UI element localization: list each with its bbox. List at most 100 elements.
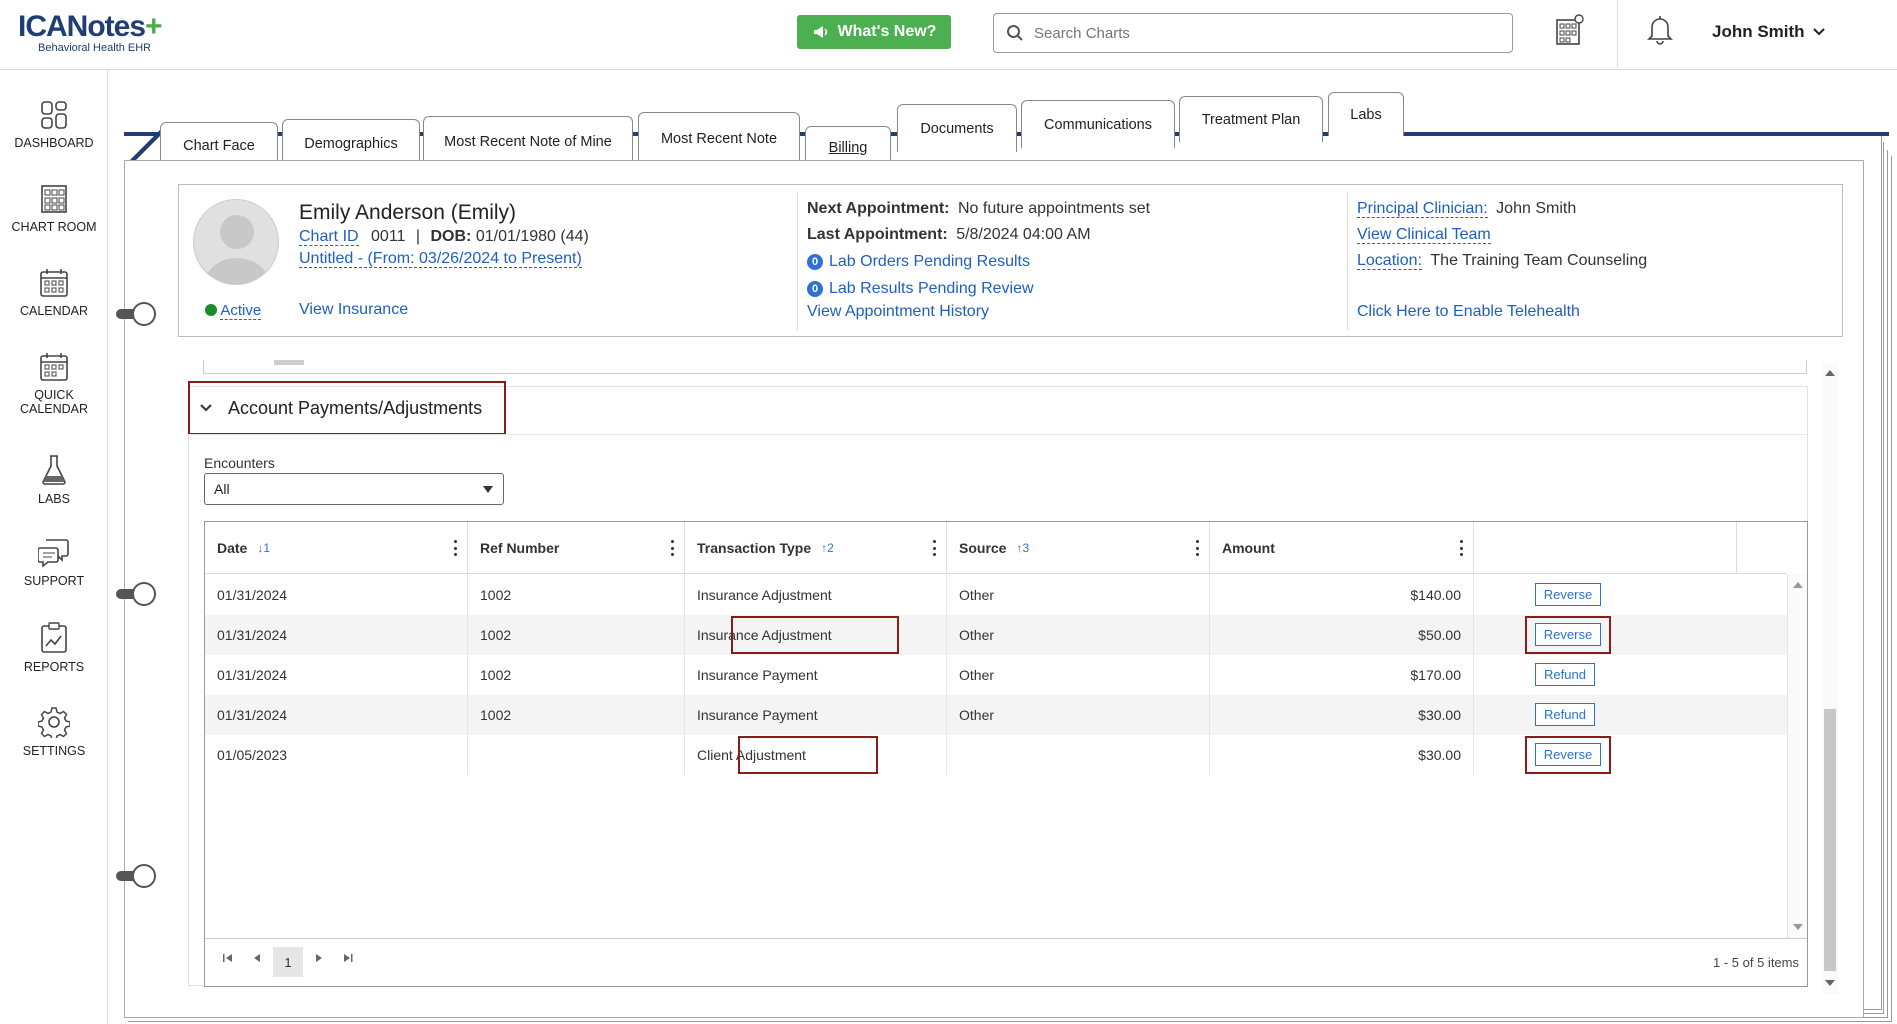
episode-link[interactable]: Untitled - (From: 03/26/2024 to Present) [299,250,582,268]
enable-telehealth-link[interactable]: Click Here to Enable Telehealth [1357,303,1580,321]
user-name: John Smith [1712,22,1805,41]
location-link[interactable]: Location: [1357,252,1422,270]
user-menu[interactable]: John Smith [1712,22,1825,42]
dob-value: 01/01/1980 (44) [475,228,589,245]
avatar [193,199,279,285]
sidebar-item-settings[interactable]: SETTINGS [0,706,108,758]
page-scrollbar[interactable] [1822,364,1838,994]
column-header-transaction-type[interactable]: Transaction Type ↑2 [685,522,947,574]
first-page-icon[interactable] [223,953,233,963]
column-header-ref-number[interactable]: Ref Number [468,522,685,574]
sidebar-label-settings: SETTINGS [22,744,86,758]
chart-id-link[interactable]: Chart ID [299,228,359,246]
sidebar-item-quick-calendar[interactable]: QUICK CALENDAR [0,352,108,416]
column-label: Transaction Type [697,540,812,556]
bell-icon [1647,16,1673,45]
cell-ref [468,735,685,775]
sidebar-item-calendar[interactable]: CALENDAR [0,268,108,318]
search-input[interactable] [1034,24,1494,42]
tab-label: Most Recent Note of Mine [444,133,612,150]
grid-scrollbar[interactable] [1787,574,1807,938]
patient-header: Emily Anderson (Emily) Chart ID 0011 | D… [178,184,1843,337]
column-menu-icon[interactable] [932,540,936,556]
cell-source: Other [947,575,1210,615]
last-page-icon[interactable] [343,953,353,963]
tab-labs[interactable]: Labs [1328,92,1404,136]
scroll-up-icon[interactable] [1793,582,1803,588]
tab-communications[interactable]: Communications [1021,100,1175,148]
whats-new-label: What's New? [837,23,937,40]
scrollbar-thumb[interactable] [1824,709,1836,971]
view-insurance-link[interactable]: View Insurance [299,301,408,319]
column-header-date[interactable]: Date ↓1 [205,522,468,574]
cell-amount: $30.00 [1210,735,1474,775]
refund-button[interactable]: Refund [1535,703,1595,726]
view-clinical-team-link[interactable]: View Clinical Team [1357,226,1491,244]
previous-page-icon[interactable] [253,953,261,963]
sidebar-item-support[interactable]: SUPPORT [0,538,108,588]
column-menu-icon[interactable] [1459,540,1463,556]
sidebar-label-quick-calendar: CALENDAR [19,402,89,416]
sort-indicator: ↓1 [257,541,271,555]
notifications-button[interactable] [1645,14,1675,51]
count-badge: 0 [807,281,823,297]
sidebar-item-reports[interactable]: REPORTS [0,622,108,674]
sidebar-item-dashboard[interactable]: DASHBOARD [0,100,108,150]
column-menu-icon[interactable] [453,540,457,556]
column-label: Date [217,540,248,556]
reverse-button[interactable]: Reverse [1535,583,1601,606]
principal-clinician-link[interactable]: Principal Clinician: [1357,200,1488,218]
sort-indicator: ↑3 [1016,541,1030,555]
tab-label: Billing [828,139,868,156]
tab-treatment-plan[interactable]: Treatment Plan [1179,96,1323,142]
whats-new-button[interactable]: What's New? [797,15,951,49]
column-header-amount[interactable]: Amount [1210,522,1474,574]
lab-orders-pending-label: Lab Orders Pending Results [829,253,1030,270]
chevron-down-icon [200,404,212,412]
column-label: Ref Number [480,540,560,556]
encounters-select[interactable]: All [204,473,504,505]
cell-type: Insurance Adjustment [685,575,947,615]
highlight-box [738,736,878,774]
sidebar-item-labs[interactable]: LABS [0,454,108,506]
cell-amount: $30.00 [1210,695,1474,735]
person-silhouette-icon [204,215,270,284]
tab-label: Chart Face [183,137,255,154]
search-charts[interactable] [993,13,1513,53]
episode-link-wrap: Untitled - (From: 03/26/2024 to Present) [299,250,582,268]
status-link[interactable]: Active [220,302,262,320]
tab-most-recent-note-of-mine[interactable]: Most Recent Note of Mine [423,116,633,166]
chart-room-grid-icon [1556,14,1584,45]
cell-date: 01/31/2024 [205,695,468,735]
column-header-source[interactable]: Source ↑3 [947,522,1210,574]
column-menu-icon[interactable] [1195,540,1199,556]
cell-date: 01/31/2024 [205,575,468,615]
current-page[interactable]: 1 [273,947,303,977]
cell-date: 01/31/2024 [205,615,468,655]
scroll-down-icon[interactable] [1825,980,1835,986]
sidebar: DASHBOARD CHART ROOM CALENDAR QUICK CALE… [0,70,108,1024]
chart-room-quick-button[interactable] [1555,14,1585,51]
clinical-team: View Clinical Team [1357,226,1491,244]
sidebar-label-reports: REPORTS [23,660,85,674]
topbar-divider [1617,0,1618,68]
sidebar-item-chart-room[interactable]: CHART ROOM [0,184,108,234]
section-header-account-payments[interactable]: Account Payments/Adjustments [188,381,506,435]
location: Location: The Training Team Counseling [1357,252,1647,270]
lab-orders-pending-link[interactable]: 0 Lab Orders Pending Results [807,253,1030,271]
status-badge: Active [205,302,262,320]
refund-button[interactable]: Refund [1535,663,1595,686]
scroll-down-icon[interactable] [1793,924,1803,930]
tab-label: Demographics [304,136,398,152]
scroll-up-icon[interactable] [1825,370,1835,376]
header-divider [1347,193,1348,330]
column-menu-icon[interactable] [670,540,674,556]
next-page-icon[interactable] [315,953,323,963]
tab-most-recent-note[interactable]: Most Recent Note [638,112,800,164]
tab-documents[interactable]: Documents [897,104,1017,152]
appointment-history-link[interactable]: View Appointment History [807,303,989,321]
calendar-icon [40,269,68,297]
icanotes-logo[interactable]: ICANotes+ Behavioral Health EHR [18,12,163,55]
patient-name: Emily Anderson (Emily) [299,201,517,224]
lab-results-review-link[interactable]: 0 Lab Results Pending Review [807,280,1034,298]
